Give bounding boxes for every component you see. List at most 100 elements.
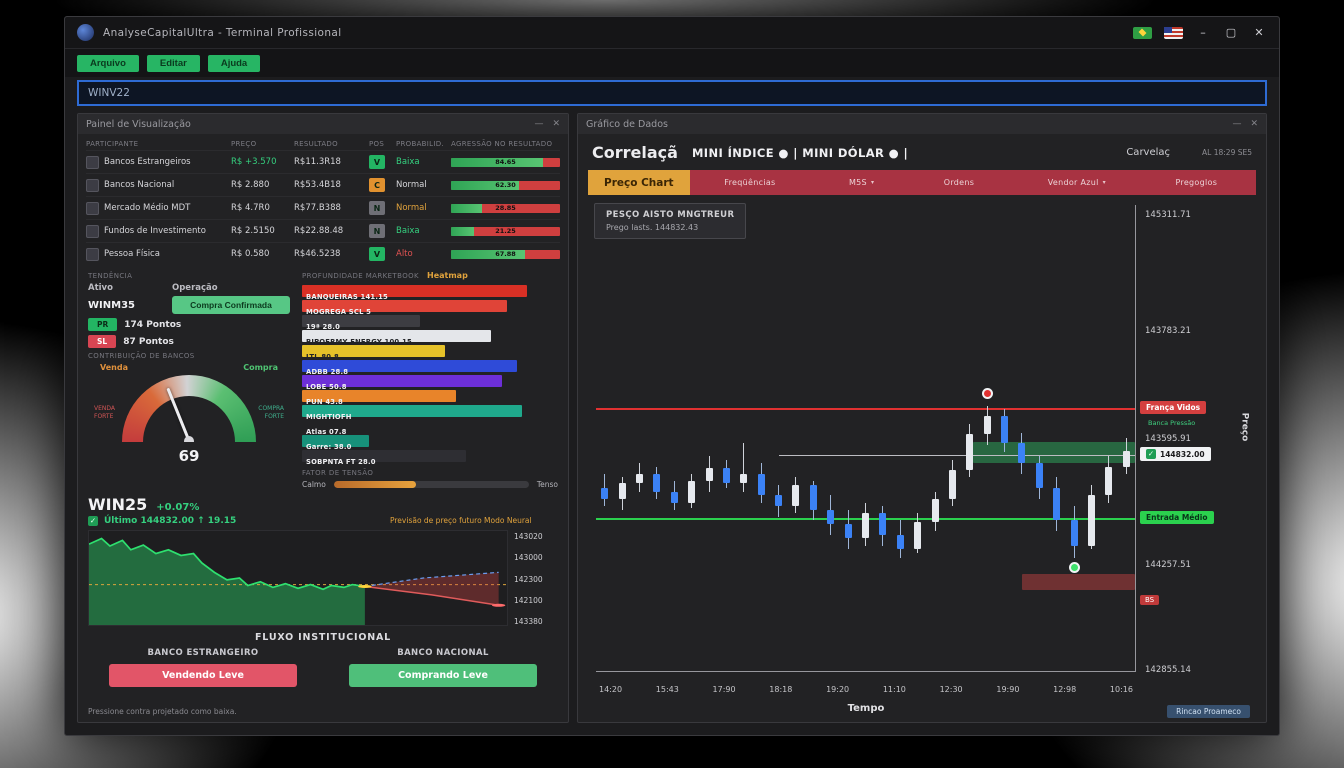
chart-tabbar: Preço Chart Freqüências M5S▾ Ordens Vend…: [588, 170, 1256, 195]
participant-result: R$77.B388: [294, 203, 364, 213]
marketbook-bar: LTL 80.8: [302, 344, 558, 358]
tab-m5s[interactable]: M5S▾: [849, 178, 874, 187]
left-panel-title: Painel de Visualização: [86, 119, 191, 130]
candle-body: [897, 535, 904, 549]
pr-points: 174 Pontos: [124, 320, 181, 330]
aggression-bar: 67.88: [451, 250, 560, 259]
participant-icon: [86, 248, 99, 261]
marketbook-bar: SOBPNTA FT 28.0: [302, 449, 558, 463]
panel-minimize-icon[interactable]: —: [534, 119, 543, 129]
panel-close-icon[interactable]: ✕: [552, 119, 560, 129]
table-row[interactable]: Bancos Estrangeiros R$ +3.570 R$11.3R18 …: [86, 150, 560, 173]
position-badge: N: [369, 201, 385, 215]
session-timestamp: AL 18:29 SE5: [1202, 148, 1252, 157]
candle-body: [601, 488, 608, 499]
candle-body: [966, 434, 973, 470]
marketbook-bar: BIPOERMY ENERGY 100.15: [302, 329, 558, 343]
panel-close-icon[interactable]: ✕: [1250, 119, 1258, 129]
tab-vendor-azul[interactable]: Vendor Azul▾: [1048, 178, 1106, 187]
table-row[interactable]: Bancos Nacional R$ 2.880 R$53.4B18 C Nor…: [86, 173, 560, 196]
tab-pregoglos[interactable]: Pregoglos: [1175, 178, 1221, 187]
table-row[interactable]: Mercado Médio MDT R$ 4.7R0 R$77.B388 N N…: [86, 196, 560, 219]
tooltip-line1: PESÇO AISTO MNGTREUR: [606, 210, 734, 220]
usa-flag-icon[interactable]: [1164, 27, 1183, 39]
aggression-bar: 62.30: [451, 181, 560, 190]
x-tick: 10:16: [1110, 685, 1133, 694]
maximize-button[interactable]: ▢: [1223, 26, 1239, 39]
candle-body: [758, 474, 765, 496]
brazil-flag-icon[interactable]: [1133, 27, 1152, 39]
candle-body: [636, 474, 643, 483]
candle-body: [949, 470, 956, 499]
x-tick: 11:10: [883, 685, 906, 694]
tension-slider[interactable]: [334, 481, 529, 488]
marketbook-bar: ADBB 28.8: [302, 359, 558, 373]
win25-last-price: Último 144832.00 ↑ 19.15: [104, 516, 236, 526]
x-tick: 17:90: [713, 685, 736, 694]
gauge-venda-forte-label: VENDA FORTE: [94, 405, 120, 421]
tab-preco-chart[interactable]: Preço Chart: [588, 170, 690, 195]
position-badge: C: [369, 178, 385, 192]
close-button[interactable]: ✕: [1251, 26, 1267, 39]
visualization-panel: Painel de Visualização — ✕ Participante …: [77, 113, 569, 723]
comprando-leve-button[interactable]: Comprando Leve: [349, 664, 538, 687]
marketbook-bar: MOGREGA SCL 5: [302, 299, 558, 313]
tab-frequencias[interactable]: Freqüências: [724, 178, 779, 187]
candle-body: [879, 513, 886, 535]
candle-body: [706, 468, 713, 481]
pr-badge: PR: [88, 318, 117, 331]
candle-axis-right: 145311.71 143783.21 143595.91 144257.51 …: [1138, 205, 1256, 672]
win25-chart-svg: [88, 530, 508, 626]
neural-forecast-note: Previsão de preço futuro Modo Neural: [390, 516, 558, 525]
bottom-right-badge[interactable]: Rincao Proameco: [1167, 705, 1250, 718]
marketbook-block: Profundidade MarketBook Heatmap BANQUEIR…: [302, 268, 558, 489]
tab-ordens[interactable]: Ordens: [944, 178, 978, 187]
win25-axis-labels: 143020 143000 142300 142100 143380: [514, 530, 558, 628]
tension-block: Fator de Tensão Calmo Tenso: [302, 469, 558, 489]
candle-body: [827, 510, 834, 524]
marketbook-bar: MIGHTIOFH: [302, 404, 558, 418]
axis-label: 143380: [514, 617, 558, 626]
participant-name: Mercado Médio MDT: [104, 203, 190, 213]
resistance-chip: França Vidos: [1140, 401, 1206, 414]
x-tick: 19:20: [826, 685, 849, 694]
tendencia-block: Tendência Ativo Operação WINM35 Compra C…: [88, 268, 290, 489]
gauge-compra-label: Compra: [243, 363, 278, 372]
y-axis-label: 143595.91: [1145, 434, 1191, 444]
candlestick-chart: PESÇO AISTO MNGTREUR Prego lasts. 144832…: [588, 199, 1256, 720]
check-icon: ✓: [88, 516, 98, 526]
candle-body: [1036, 463, 1043, 488]
x-tick: 12:98: [1053, 685, 1076, 694]
probability-label: Normal: [396, 203, 446, 213]
entry-chip: Entrada Médio: [1140, 511, 1214, 524]
minimize-button[interactable]: –: [1195, 26, 1211, 39]
compra-confirmada-button[interactable]: Compra Confirmada: [172, 296, 290, 314]
menu-editar[interactable]: Editar: [147, 55, 200, 72]
marketbook-bar: Garre: 38.0: [302, 434, 558, 448]
symbol-input[interactable]: [77, 80, 1267, 106]
correlation-title: Correlaçã: [592, 143, 678, 162]
tendencia-label: Tendência: [88, 272, 290, 280]
menu-arquivo[interactable]: Arquivo: [77, 55, 139, 72]
chevron-down-icon: ▾: [871, 179, 874, 186]
candle-body: [932, 499, 939, 522]
panel-minimize-icon[interactable]: —: [1232, 119, 1241, 129]
sl-badge: SL: [88, 335, 116, 348]
table-row[interactable]: Pessoa Física R$ 0.580 R$46.5238 V Alto …: [86, 242, 560, 265]
candle-body: [619, 483, 626, 499]
signal-marker: [982, 388, 993, 399]
marketbook-bar: BANQUEIRAS 141.15: [302, 284, 558, 298]
col-probabilidade: Probabilid.: [396, 140, 446, 148]
candle-body: [1123, 451, 1130, 467]
probability-label: Alto: [396, 249, 446, 259]
vendendo-leve-button[interactable]: Vendendo Leve: [109, 664, 298, 687]
candle-body: [723, 468, 730, 482]
tempo-axis-title: Tempo: [596, 703, 1136, 714]
participant-price: R$ 2.5150: [231, 226, 289, 236]
table-header-row: Participante Preço Resultado Pos Probabi…: [86, 137, 560, 150]
check-icon: ✓: [1146, 449, 1156, 459]
table-row[interactable]: Fundos de Investimento R$ 2.5150 R$22.88…: [86, 219, 560, 242]
menu-ajuda[interactable]: Ajuda: [208, 55, 260, 72]
candle-body: [862, 513, 869, 538]
win25-chart: 143020 143000 142300 142100 143380: [78, 526, 568, 628]
